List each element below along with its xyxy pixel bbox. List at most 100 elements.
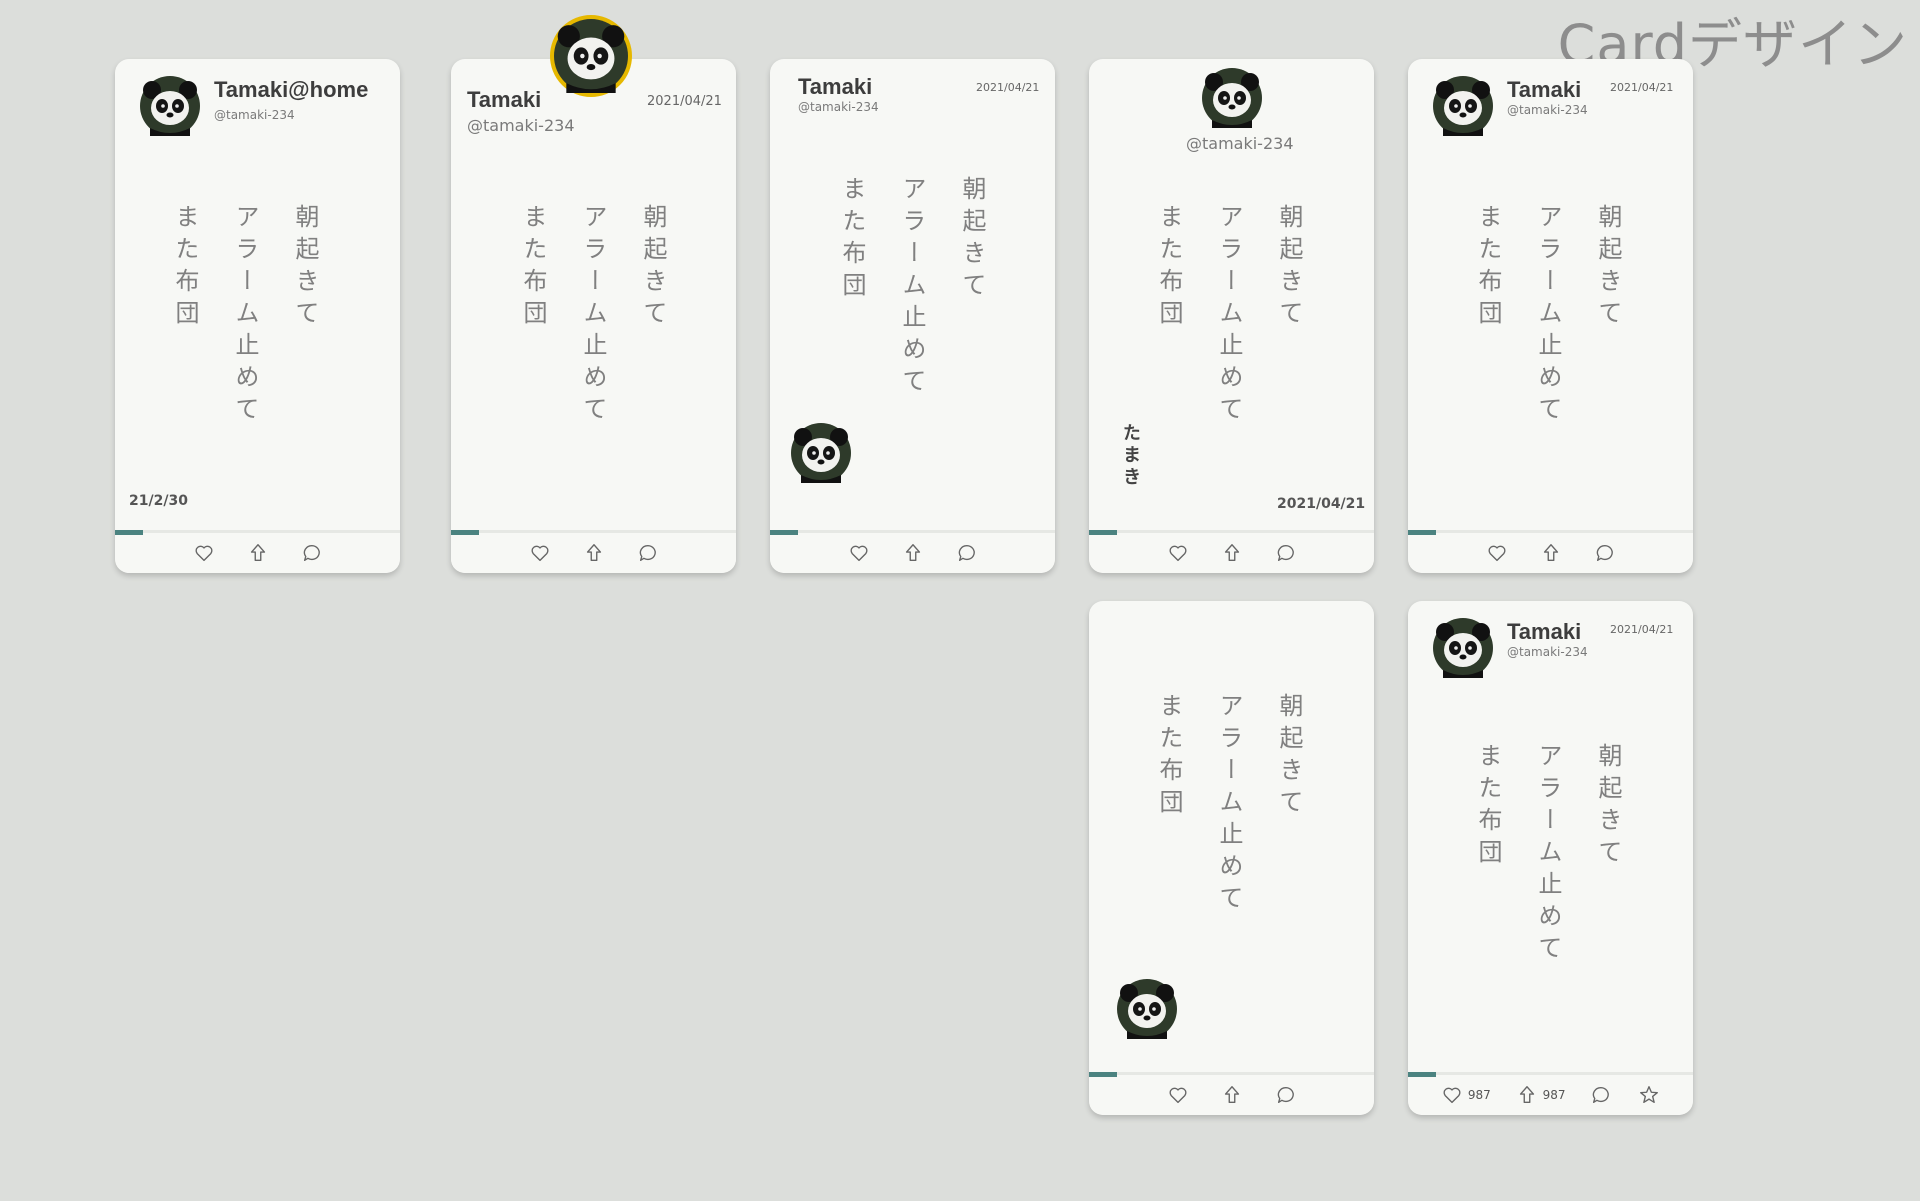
card-5[interactable]: Tamaki @tamaki-234 2021/04/21 朝起きて アラーム止… bbox=[1408, 59, 1693, 573]
poem: 朝起きて アラーム止めて また布団 bbox=[1458, 743, 1638, 967]
poem-line-2: アラーム止めて bbox=[898, 176, 926, 400]
card-footer bbox=[1408, 530, 1693, 573]
poem-line-2: アラーム止めて bbox=[231, 204, 259, 428]
user-name: Tamaki bbox=[1507, 77, 1582, 102]
share-action[interactable]: 987 bbox=[1515, 1083, 1566, 1107]
user-name: Tamaki@home bbox=[214, 77, 369, 102]
progress-bar bbox=[1408, 530, 1436, 535]
share-icon[interactable] bbox=[1515, 1083, 1539, 1107]
user-name: Tamaki bbox=[1507, 619, 1582, 644]
heart-icon[interactable] bbox=[1440, 1083, 1464, 1107]
heart-icon[interactable] bbox=[192, 541, 216, 565]
progress-bar bbox=[1408, 1072, 1436, 1077]
poem: 朝起きて アラーム止めて また布団 bbox=[1458, 204, 1638, 428]
poem-line-1: 朝起きて bbox=[1275, 693, 1303, 821]
share-icon[interactable] bbox=[1539, 541, 1563, 565]
poem-line-2: アラーム止めて bbox=[1534, 743, 1562, 967]
user-handle: @tamaki-234 bbox=[467, 116, 575, 135]
like-action[interactable]: 987 bbox=[1440, 1083, 1491, 1107]
share-icon[interactable] bbox=[246, 541, 270, 565]
comment-icon[interactable] bbox=[1589, 1083, 1613, 1107]
comment-icon[interactable] bbox=[300, 541, 324, 565]
poem-line-3: また布団 bbox=[1474, 204, 1502, 332]
card-footer bbox=[1089, 530, 1374, 573]
poem: 朝起きて アラーム止めて また布団 bbox=[822, 176, 1002, 400]
heart-icon[interactable] bbox=[847, 541, 871, 565]
avatar[interactable] bbox=[1433, 618, 1493, 678]
post-date: 2021/04/21 bbox=[647, 94, 722, 109]
poem-line-3: また布団 bbox=[519, 204, 547, 332]
poem-line-3: また布団 bbox=[838, 176, 866, 304]
avatar[interactable] bbox=[791, 423, 851, 483]
poem: 朝起きて アラーム止めて また布団 bbox=[1139, 204, 1319, 428]
avatar[interactable] bbox=[550, 15, 632, 97]
poem-line-1: 朝起きて bbox=[1594, 743, 1622, 871]
comment-icon[interactable] bbox=[1274, 1083, 1298, 1107]
user-handle: @tamaki-234 bbox=[1507, 103, 1588, 117]
post-date: 2021/04/21 bbox=[1610, 81, 1674, 94]
share-icon[interactable] bbox=[901, 541, 925, 565]
card-footer bbox=[115, 530, 400, 573]
poem-line-1: 朝起きて bbox=[1594, 204, 1622, 332]
poem-line-2: アラーム止めて bbox=[1215, 204, 1243, 428]
heart-icon[interactable] bbox=[1166, 1083, 1190, 1107]
heart-icon[interactable] bbox=[1485, 541, 1509, 565]
share-icon[interactable] bbox=[1220, 541, 1244, 565]
card-2[interactable]: Tamaki @tamaki-234 2021/04/21 朝起きて アラーム止… bbox=[451, 15, 736, 573]
avatar[interactable] bbox=[1433, 76, 1493, 136]
comment-icon[interactable] bbox=[1274, 541, 1298, 565]
panda-avatar-icon bbox=[791, 423, 851, 483]
user-handle: @tamaki-234 bbox=[1186, 134, 1294, 153]
share-icon[interactable] bbox=[1220, 1083, 1244, 1107]
card-footer bbox=[770, 530, 1055, 573]
poem: 朝起きて アラーム止めて また布団 bbox=[1139, 693, 1319, 917]
card-3[interactable]: Tamaki @tamaki-234 2021/04/21 朝起きて アラーム止… bbox=[770, 59, 1055, 573]
progress-bar bbox=[451, 530, 479, 535]
panda-avatar-icon bbox=[1117, 979, 1177, 1039]
card-4[interactable]: @tamaki-234 朝起きて アラーム止めて また布団 たまき 2021/0… bbox=[1089, 59, 1374, 573]
card-footer bbox=[451, 530, 736, 573]
progress-bar bbox=[770, 530, 798, 535]
heart-icon[interactable] bbox=[1166, 541, 1190, 565]
poem-line-3: また布団 bbox=[1155, 204, 1183, 332]
avatar[interactable] bbox=[1117, 979, 1177, 1039]
comment-icon[interactable] bbox=[636, 541, 660, 565]
panda-avatar-icon bbox=[1433, 76, 1493, 136]
user-name: Tamaki bbox=[798, 74, 873, 99]
share-icon[interactable] bbox=[582, 541, 606, 565]
poem-line-1: 朝起きて bbox=[291, 204, 319, 332]
poem: 朝起きて アラーム止めて また布団 bbox=[503, 204, 683, 428]
poem-line-2: アラーム止めて bbox=[579, 204, 607, 428]
comment-icon[interactable] bbox=[955, 541, 979, 565]
user-handle: @tamaki-234 bbox=[798, 100, 879, 114]
user-name: Tamaki bbox=[467, 87, 542, 112]
progress-bar bbox=[115, 530, 143, 535]
poem-line-3: また布団 bbox=[1155, 693, 1183, 821]
card-footer bbox=[1089, 1072, 1374, 1115]
card-6[interactable]: 朝起きて アラーム止めて また布団 bbox=[1089, 601, 1374, 1115]
user-handle: @tamaki-234 bbox=[214, 108, 295, 122]
poem-line-3: また布団 bbox=[1474, 743, 1502, 871]
progress-bar bbox=[1089, 1072, 1117, 1077]
panda-avatar-icon bbox=[1433, 618, 1493, 678]
comment-icon[interactable] bbox=[1593, 541, 1617, 565]
progress-bar bbox=[1089, 530, 1117, 535]
heart-icon[interactable] bbox=[528, 541, 552, 565]
poem-line-1: 朝起きて bbox=[958, 176, 986, 304]
panda-avatar-icon bbox=[1202, 68, 1262, 128]
card-footer: 987 987 bbox=[1408, 1072, 1693, 1115]
post-date: 2021/04/21 bbox=[976, 81, 1040, 94]
poem-line-2: アラーム止めて bbox=[1534, 204, 1562, 428]
card-7[interactable]: Tamaki @tamaki-234 2021/04/21 朝起きて アラーム止… bbox=[1408, 601, 1693, 1115]
post-date: 2021/04/21 bbox=[1610, 623, 1674, 636]
panda-avatar-icon bbox=[554, 19, 628, 93]
avatar[interactable] bbox=[1202, 68, 1262, 128]
avatar[interactable] bbox=[140, 76, 200, 136]
card-1[interactable]: Tamaki@home @tamaki-234 朝起きて アラーム止めて また布… bbox=[115, 59, 400, 573]
star-icon[interactable] bbox=[1637, 1083, 1661, 1107]
poem-line-1: 朝起きて bbox=[639, 204, 667, 332]
poem-line-2: アラーム止めて bbox=[1215, 693, 1243, 917]
like-count: 987 bbox=[1467, 1088, 1491, 1102]
panda-avatar-icon bbox=[140, 76, 200, 136]
poem-line-3: また布団 bbox=[171, 204, 199, 332]
